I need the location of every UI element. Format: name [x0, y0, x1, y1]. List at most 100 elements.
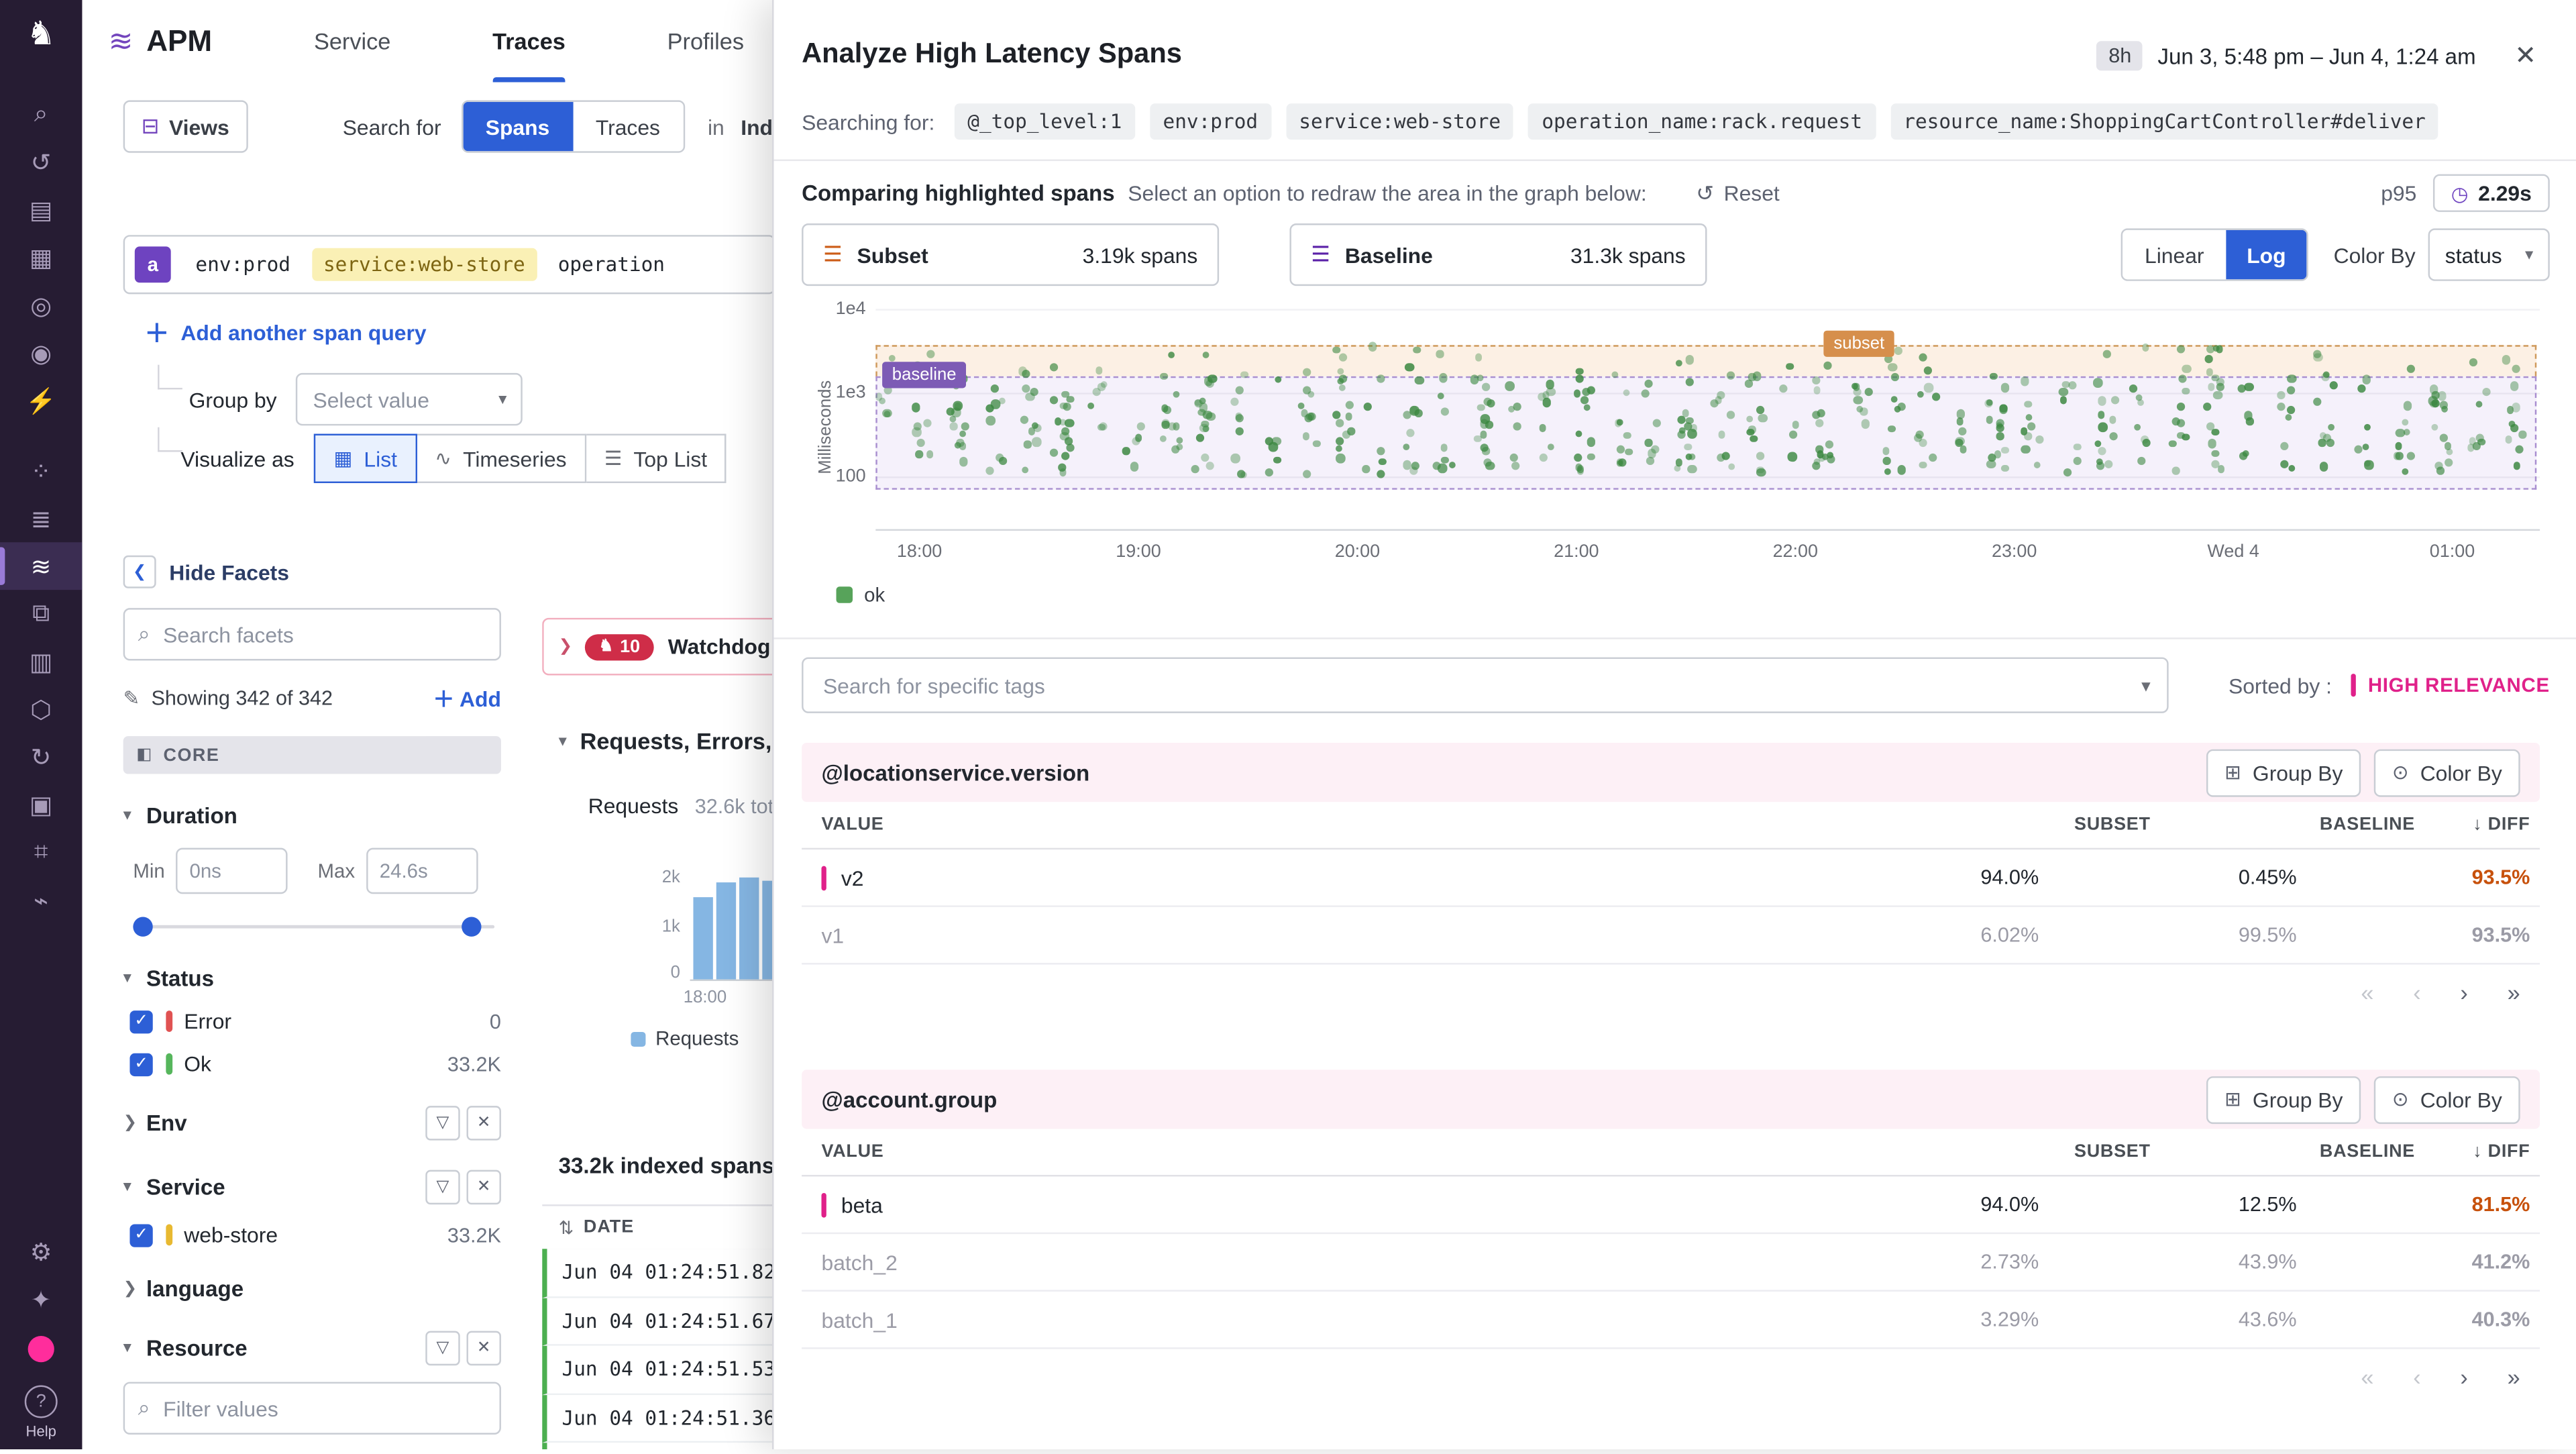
- filter-icon[interactable]: ▽: [425, 1331, 460, 1365]
- facet-env-header[interactable]: ❯ Env ▽ ✕: [123, 1106, 501, 1140]
- relevance-label[interactable]: HIGH RELEVANCE: [2368, 674, 2550, 696]
- clear-icon[interactable]: ✕: [467, 1170, 501, 1204]
- facet-status-header[interactable]: ▾ Status: [123, 966, 501, 991]
- search-icon[interactable]: ⌕: [0, 91, 82, 138]
- slider-handle-min[interactable]: [133, 917, 152, 937]
- resource-filter-input[interactable]: [160, 1394, 486, 1422]
- nav-item-traces[interactable]: Traces: [492, 0, 566, 82]
- table-row[interactable]: v16.02%99.5%93.5%: [802, 907, 2540, 965]
- service-row-web-store[interactable]: ✓ web-store 33.2K: [123, 1223, 501, 1247]
- color-by-button[interactable]: ⊙Color By: [2374, 1076, 2520, 1123]
- scale-linear[interactable]: Linear: [2123, 230, 2225, 279]
- help-icon[interactable]: ?: [25, 1385, 58, 1418]
- search-tag[interactable]: operation_name:rack.request: [1529, 103, 1876, 140]
- history-icon[interactable]: ↺: [0, 138, 82, 186]
- scatter-plot-area[interactable]: 1e41e310018:0019:0020:0021:0022:0023:00W…: [875, 299, 2540, 529]
- nav-item-profiles[interactable]: Profiles: [667, 0, 744, 82]
- table-row[interactable]: v294.0%0.45%93.5%: [802, 849, 2540, 907]
- facet-resource-header[interactable]: ▾ Resource ▽ ✕: [123, 1331, 501, 1365]
- user-avatar[interactable]: [28, 1336, 54, 1362]
- core-group-header[interactable]: ◧ CORE: [123, 736, 501, 774]
- group-by-select[interactable]: Select value ▾: [297, 373, 523, 425]
- processes-icon[interactable]: ≣: [0, 495, 82, 542]
- subset-band[interactable]: [875, 345, 2536, 375]
- prev-page-icon[interactable]: ‹: [2413, 980, 2420, 1006]
- tag-search-input[interactable]: [820, 671, 2141, 699]
- settings-icon[interactable]: ⚙: [0, 1227, 82, 1275]
- filter-icon[interactable]: ▽: [425, 1106, 460, 1140]
- group-by-button[interactable]: ⊞Group By: [2206, 749, 2361, 796]
- views-button[interactable]: ⊟ Views: [123, 100, 248, 152]
- table-row[interactable]: batch_22.73%43.9%41.2%: [802, 1234, 2540, 1292]
- facet-search-input[interactable]: [160, 620, 486, 648]
- facet-language-header[interactable]: ❯ language: [123, 1277, 501, 1302]
- first-page-icon[interactable]: «: [2361, 1364, 2373, 1390]
- toggle-spans[interactable]: Spans: [462, 102, 572, 151]
- column-diff[interactable]: ↓ DIFF: [2438, 815, 2530, 835]
- last-page-icon[interactable]: »: [2508, 1364, 2520, 1390]
- integrations-icon[interactable]: ⬡: [0, 685, 82, 733]
- scale-log[interactable]: Log: [2225, 230, 2307, 279]
- add-span-query-button[interactable]: ＋ Add another span query: [145, 315, 427, 350]
- facet-duration-header[interactable]: ▾ Duration: [123, 804, 501, 829]
- clear-icon[interactable]: ✕: [467, 1331, 501, 1365]
- close-icon[interactable]: ✕: [2514, 40, 2536, 72]
- color-by-button[interactable]: ⊙Color By: [2374, 749, 2520, 796]
- logs-icon[interactable]: ▥: [0, 637, 82, 685]
- time-range-badge[interactable]: 8h: [2097, 41, 2143, 70]
- add-facet-button[interactable]: ＋ Add: [433, 682, 500, 713]
- last-page-icon[interactable]: »: [2508, 980, 2520, 1006]
- search-tag[interactable]: resource_name:ShoppingCartController#del…: [1890, 103, 2439, 140]
- checkbox-checked[interactable]: ✓: [129, 1223, 152, 1246]
- chevron-down-icon[interactable]: ▾: [2141, 674, 2151, 696]
- viz-mode-list[interactable]: ▦ List: [314, 434, 417, 483]
- scatter-legend[interactable]: ok: [837, 583, 885, 606]
- slider-track[interactable]: [133, 925, 494, 929]
- query-tag-service[interactable]: service:web-store: [312, 248, 537, 281]
- ci-icon[interactable]: ⌗: [0, 828, 82, 876]
- whats-new-icon[interactable]: ✦: [0, 1275, 82, 1322]
- next-page-icon[interactable]: ›: [2460, 1364, 2467, 1390]
- infrastructure-icon[interactable]: ⁘: [0, 447, 82, 495]
- toggle-traces[interactable]: Traces: [573, 102, 684, 151]
- search-tag[interactable]: @_top_level:1: [955, 103, 1135, 140]
- filter-icon[interactable]: ▽: [425, 1170, 460, 1204]
- search-tag[interactable]: env:prod: [1150, 103, 1271, 140]
- baseline-card[interactable]: ☰ Baseline 31.3k spans: [1289, 223, 1707, 286]
- group-by-button[interactable]: ⊞Group By: [2206, 1076, 2361, 1123]
- p95-value-pill[interactable]: ◷ 2.29s: [2433, 174, 2550, 212]
- table-row[interactable]: beta94.0%12.5%81.5%: [802, 1176, 2540, 1234]
- search-tag[interactable]: service:web-store: [1286, 103, 1514, 140]
- next-page-icon[interactable]: ›: [2460, 980, 2467, 1006]
- apm-icon[interactable]: ≋: [0, 542, 82, 590]
- duration-max-input[interactable]: [366, 848, 478, 894]
- monitors-icon[interactable]: ◎: [0, 281, 82, 329]
- synthetics-icon[interactable]: ↻: [0, 733, 82, 780]
- status-row-error[interactable]: ✓ Error 0: [123, 1009, 501, 1034]
- first-page-icon[interactable]: «: [2361, 980, 2373, 1006]
- clear-icon[interactable]: ✕: [467, 1106, 501, 1140]
- prev-page-icon[interactable]: ‹: [2413, 1364, 2420, 1390]
- profiling-icon[interactable]: ⌁: [0, 876, 82, 923]
- reset-button[interactable]: ↺ Reset: [1696, 180, 1780, 206]
- table-row[interactable]: batch_13.29%43.6%40.3%: [802, 1292, 2540, 1349]
- security-icon[interactable]: ▣: [0, 780, 82, 828]
- checkbox-checked[interactable]: ✓: [129, 1010, 152, 1033]
- column-diff[interactable]: ↓ DIFF: [2438, 1142, 2530, 1161]
- status-row-ok[interactable]: ✓ Ok 33.2K: [123, 1051, 501, 1076]
- datadog-logo[interactable]: ♞: [26, 13, 56, 54]
- nav-item-service[interactable]: Service: [314, 0, 390, 82]
- service-map-icon[interactable]: ⧉: [0, 590, 82, 637]
- subset-card[interactable]: ☰ Subset 3.19k spans: [802, 223, 1219, 286]
- dashboards-icon[interactable]: ▦: [0, 233, 82, 281]
- checkbox-checked[interactable]: ✓: [129, 1053, 152, 1076]
- duration-min-input[interactable]: [176, 848, 288, 894]
- query-tag-env[interactable]: env:prod: [184, 248, 302, 281]
- watchdog-icon[interactable]: ◉: [0, 329, 82, 376]
- events-icon[interactable]: ⚡: [0, 376, 82, 424]
- hide-facets-button[interactable]: ❮ Hide Facets: [123, 556, 501, 588]
- slider-handle-max[interactable]: [462, 917, 481, 937]
- metrics-icon[interactable]: ▤: [0, 186, 82, 233]
- facet-service-header[interactable]: ▾ Service ▽ ✕: [123, 1170, 501, 1204]
- color-by-select[interactable]: status ▾: [2428, 228, 2550, 280]
